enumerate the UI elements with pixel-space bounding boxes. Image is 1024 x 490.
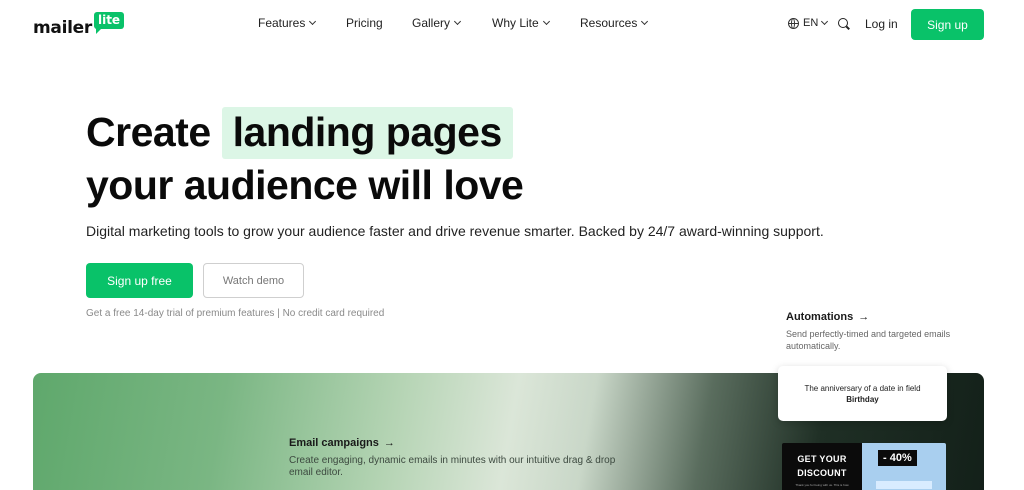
email-preview-small-text: Thank you for being with us. This is how: [795, 483, 849, 487]
logo-text: mailer: [33, 18, 92, 38]
hero-subtitle: Digital marketing tools to grow your aud…: [86, 223, 824, 239]
discount-headline: GET YOUR DISCOUNT: [782, 452, 862, 480]
email-preview-stripe: [876, 481, 932, 489]
signup-free-button[interactable]: Sign up free: [86, 263, 193, 298]
trigger-field: Birthday: [846, 394, 879, 404]
discount-badge: - 40%: [878, 450, 917, 466]
language-label: EN: [803, 17, 819, 29]
logo-badge: lite: [93, 12, 125, 34]
automations-link[interactable]: Automations →: [786, 311, 869, 323]
nav-label: Resources: [580, 16, 638, 30]
hero-title-line-1: Create landing pages: [86, 106, 523, 159]
mailerlite-logo[interactable]: mailer lite: [33, 12, 125, 38]
nav-label: Gallery: [412, 16, 451, 30]
trigger-text: The anniversary of a date in field Birth…: [798, 383, 927, 405]
login-link[interactable]: Log in: [865, 17, 898, 31]
email-campaigns-title: Email campaigns: [289, 437, 379, 449]
hero-title-highlight: landing pages: [221, 106, 513, 159]
hero-title-plain: Create: [86, 109, 211, 155]
nav-label: Features: [258, 16, 306, 30]
globe-icon: [788, 17, 799, 29]
nav-item-pricing[interactable]: Pricing: [346, 16, 383, 30]
hero-title: Create landing pages your audience will …: [86, 106, 524, 212]
trial-note: Get a free 14-day trial of premium featu…: [86, 308, 385, 319]
hero-title-line-2: your audience will love: [86, 162, 524, 208]
email-campaigns-heading: Email campaigns →: [289, 437, 395, 449]
discount-line-1: GET YOUR: [797, 454, 847, 464]
signup-button[interactable]: Sign up: [911, 9, 984, 40]
automations-title: Automations: [786, 311, 854, 323]
language-selector[interactable]: EN: [788, 17, 829, 29]
nav-item-gallery[interactable]: Gallery: [412, 16, 462, 30]
arrow-right-icon: →: [858, 311, 870, 323]
email-preview-image: GET YOUR DISCOUNT Thank you for being wi…: [782, 443, 946, 490]
chevron-down-icon: [821, 17, 829, 26]
search-icon[interactable]: [838, 18, 849, 29]
arrow-right-icon: →: [383, 437, 395, 449]
site-header: mailer lite Features Pricing Gallery Why…: [0, 0, 1024, 50]
chevron-down-icon: [453, 17, 462, 26]
automations-description: Send perfectly-timed and targeted emails…: [786, 329, 951, 351]
email-campaigns-link[interactable]: Email campaigns →: [289, 437, 395, 449]
automation-trigger-card: The anniversary of a date in field Birth…: [778, 366, 947, 421]
nav-item-resources[interactable]: Resources: [580, 16, 649, 30]
trigger-label: The anniversary of a date in field: [804, 383, 921, 393]
nav-label: Pricing: [346, 16, 383, 30]
email-campaigns-description: Create engaging, dynamic emails in minut…: [289, 455, 616, 478]
email-preview-right: - 40%: [862, 443, 946, 490]
nav-item-features[interactable]: Features: [258, 16, 317, 30]
watch-demo-button[interactable]: Watch demo: [203, 263, 304, 298]
chevron-down-icon: [542, 17, 550, 26]
email-preview-left: GET YOUR DISCOUNT Thank you for being wi…: [782, 443, 862, 490]
nav-label: Why Lite: [492, 16, 539, 30]
nav-item-why-lite[interactable]: Why Lite: [492, 16, 550, 30]
discount-line-2: DISCOUNT: [797, 468, 847, 478]
chevron-down-icon: [309, 17, 317, 26]
chevron-down-icon: [641, 17, 649, 26]
